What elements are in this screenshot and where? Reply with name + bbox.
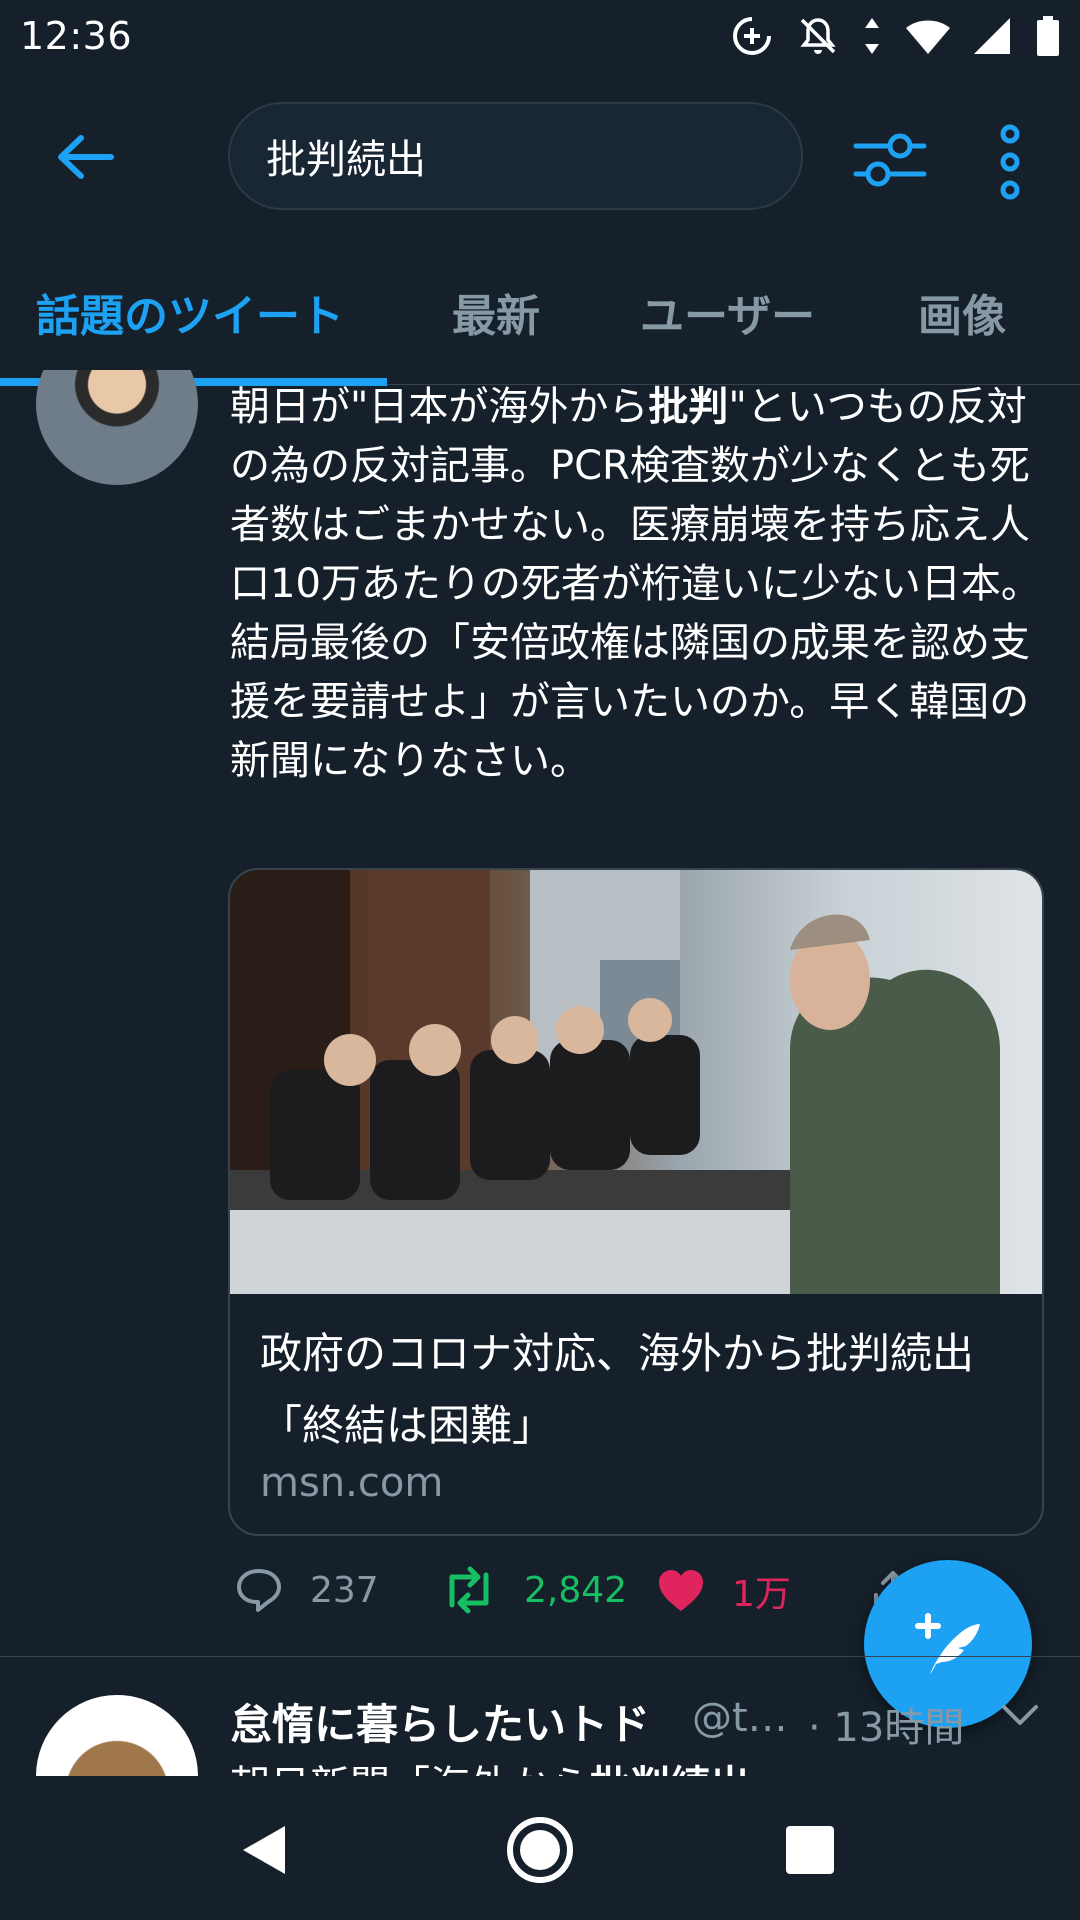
link-card-image [230, 870, 1042, 1294]
tweet-2-name: 怠惰に暮らしたいトド [230, 1700, 651, 1749]
tweet-2-time: · 13時間 [808, 1705, 965, 1751]
back-button[interactable] [50, 122, 120, 192]
chevron-down-icon[interactable] [1000, 1701, 1040, 1731]
retweet-count: 2,842 [524, 1569, 628, 1611]
reply-icon [237, 1569, 281, 1612]
more-options-button[interactable] [990, 122, 1030, 202]
data-saver-icon [733, 17, 771, 55]
search-query: 批判続出 [266, 137, 426, 183]
more-vertical-icon [1000, 124, 1020, 200]
status-icons [730, 14, 1060, 58]
notifications-off-icon [800, 18, 836, 54]
reply-button[interactable]: 237 [234, 1565, 379, 1615]
wifi-icon [906, 20, 950, 54]
retweet-button[interactable]: 2,842 [440, 1565, 627, 1615]
like-count: 1万 [732, 1574, 791, 1615]
avatar[interactable] [36, 1695, 198, 1777]
tab-users[interactable]: ユーザー [640, 280, 815, 344]
tweet-2[interactable]: 怠惰に暮らしたいトド @t… · 13時間 朝日新聞「海外から批判続出」 [0, 1657, 1080, 1777]
signal-icon [974, 18, 1010, 54]
app-bar: 批判続出 [0, 72, 1080, 240]
retweet-icon [449, 1566, 489, 1614]
arrow-left-icon [58, 135, 114, 179]
status-time: 12:36 [20, 14, 133, 58]
nav-back-icon [243, 1826, 285, 1874]
tab-latest[interactable]: 最新 [452, 280, 540, 344]
search-filter-button[interactable] [850, 120, 930, 200]
like-button[interactable]: 1万 [656, 1565, 791, 1617]
tab-images[interactable]: 画像 [918, 280, 1006, 344]
status-bar: 12:36 [0, 0, 1080, 72]
avatar[interactable] [36, 370, 198, 485]
tweet-2-handle: @t… [692, 1695, 788, 1741]
link-card-title: 政府のコロナ対応、海外から批判続出「終結は困難」 [260, 1329, 975, 1450]
link-card-domain: msn.com [260, 1460, 444, 1506]
nav-recents-icon [786, 1826, 834, 1874]
nav-home-button[interactable] [500, 1810, 580, 1890]
heart-icon [659, 1570, 703, 1611]
search-highlight: 批判続出 [590, 1763, 750, 1777]
nav-recents-button[interactable] [770, 1810, 850, 1890]
battery-icon [1037, 16, 1059, 56]
tweet-text: 朝日が"日本が海外から批判"といつもの反対の為の反対記事。PCR検査数が少なくと… [230, 384, 1041, 784]
search-tabs: 話題のツイート 最新 ユーザー 画像 [0, 240, 1080, 386]
nav-back-button[interactable] [225, 1810, 305, 1890]
tab-top-tweets[interactable]: 話題のツイート [36, 280, 344, 344]
nav-home-icon [507, 1817, 573, 1883]
search-highlight: 批判 [648, 384, 729, 430]
link-card[interactable]: 政府のコロナ対応、海外から批判続出「終結は困難」 msn.com [228, 868, 1044, 1536]
sliders-icon [853, 133, 927, 187]
tweet-2-text: 朝日新聞「海外から批判続出」 [230, 1753, 790, 1777]
search-input[interactable]: 批判続出 [228, 102, 803, 210]
system-nav-bar [0, 1776, 1080, 1920]
data-arrows-icon [865, 18, 879, 54]
reply-count: 237 [310, 1569, 379, 1611]
